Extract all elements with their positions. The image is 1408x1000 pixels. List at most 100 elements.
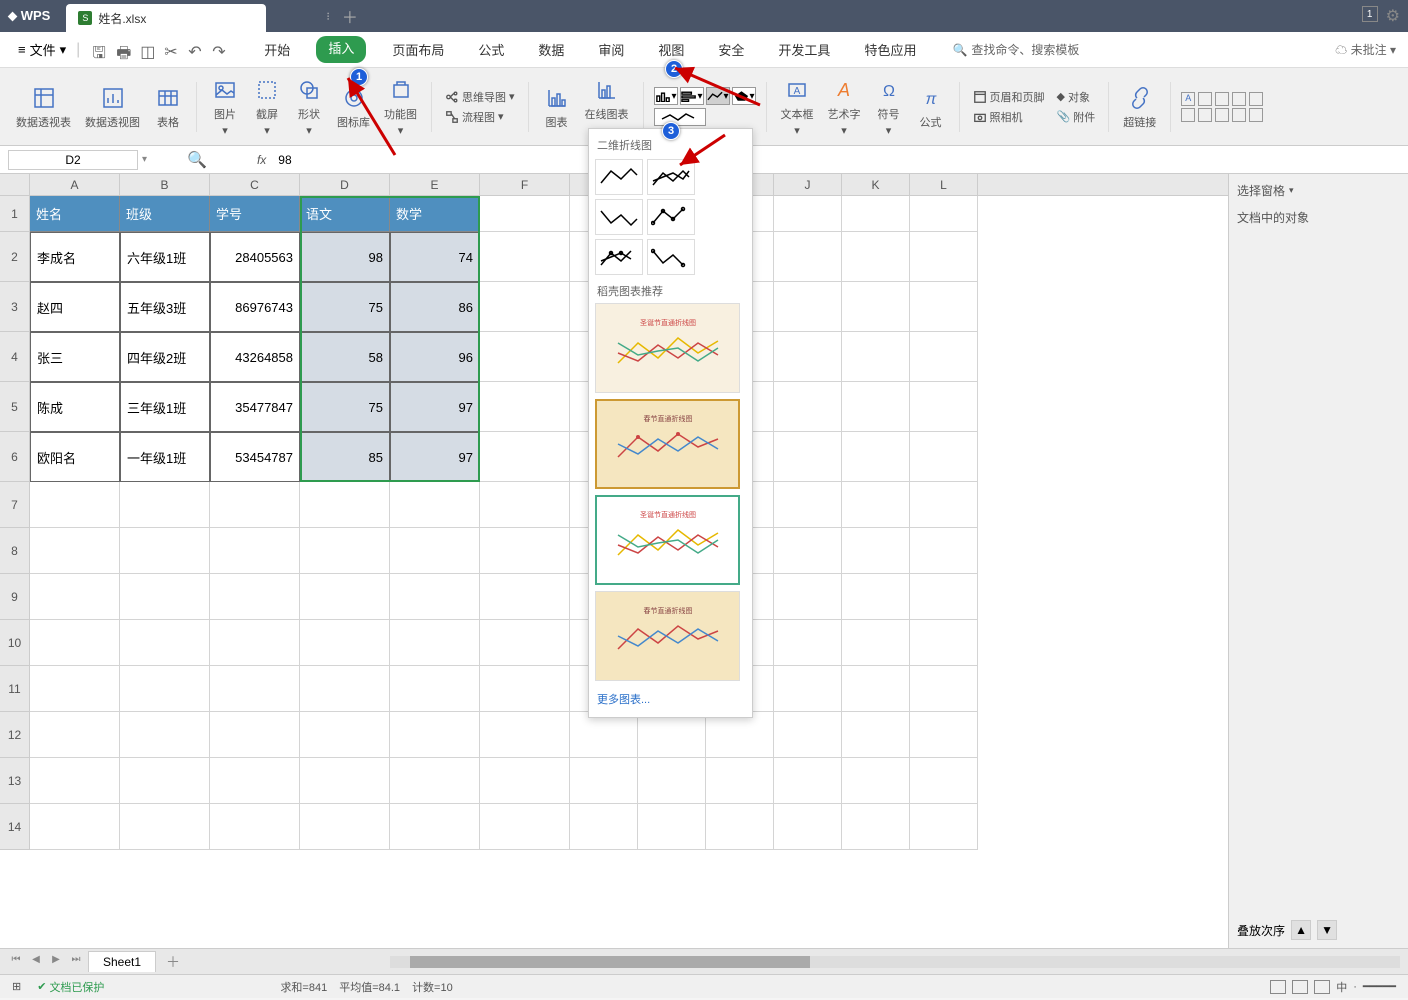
tab-overflow-icon[interactable]: ⁝ [326,10,330,23]
cell[interactable]: 赵四 [30,282,120,332]
row-header[interactable]: 1 [0,196,30,232]
cell[interactable] [300,666,390,712]
cell[interactable] [30,528,120,574]
cell[interactable]: 四年级2班 [120,332,210,382]
layer-up-button[interactable]: ▲ [1291,920,1311,940]
textbox-button[interactable]: A文本框▾ [777,74,818,139]
cell[interactable] [910,332,978,382]
cell[interactable] [842,382,910,432]
recommended-chart-3[interactable]: 圣诞节直通折线图 [595,495,740,585]
cell[interactable]: 53454787 [210,432,300,482]
icon-library-button[interactable]: 图标库 [333,82,374,132]
cell[interactable] [842,758,910,804]
cell[interactable] [774,282,842,332]
cell[interactable]: 李成名 [30,232,120,282]
sheet-nav-next[interactable]: ▶ [48,954,64,970]
cell[interactable] [480,232,570,282]
cell[interactable]: 96 [390,332,480,382]
row-header[interactable]: 5 [0,382,30,432]
column-header[interactable]: A [30,174,120,195]
row-header[interactable]: 6 [0,432,30,482]
cell[interactable] [774,620,842,666]
cell[interactable] [570,712,638,758]
cell[interactable] [910,758,978,804]
recommended-chart-1[interactable]: 圣诞节直通折线图 [595,303,740,393]
cell[interactable] [480,482,570,528]
view-pagelayout-icon[interactable] [1314,980,1330,994]
column-header[interactable]: L [910,174,978,195]
cell[interactable]: 97 [390,382,480,432]
document-tab[interactable]: S 姓名.xlsx [66,4,266,32]
line-chart-type-2[interactable] [647,159,695,195]
cell[interactable] [390,482,480,528]
pane-title[interactable]: 选择窗格 ▾ [1237,182,1400,199]
cell[interactable] [842,574,910,620]
new-tab-button[interactable]: ＋ [342,4,358,28]
control-icon-6[interactable] [1181,108,1195,122]
cell[interactable] [706,758,774,804]
control-icon-1[interactable]: A [1181,92,1195,106]
line-chart-type-1[interactable] [595,159,643,195]
cell[interactable] [774,712,842,758]
cell[interactable] [774,666,842,712]
view-normal-icon[interactable] [1292,980,1308,994]
cell[interactable] [210,482,300,528]
cell[interactable] [480,574,570,620]
cell[interactable] [390,712,480,758]
cell[interactable] [774,332,842,382]
cell[interactable] [210,574,300,620]
column-header[interactable]: F [480,174,570,195]
cell[interactable]: 43264858 [210,332,300,382]
line-chart-type-3[interactable] [595,199,643,235]
cell[interactable] [910,382,978,432]
cell[interactable] [120,758,210,804]
cell[interactable] [30,620,120,666]
tab-developer[interactable]: 开发工具 [770,36,838,63]
cell[interactable] [300,620,390,666]
cell[interactable] [910,432,978,482]
fx-icon[interactable]: fx [257,153,266,167]
tab-insert[interactable]: 插入 [316,36,366,63]
cell[interactable] [774,196,842,232]
cell[interactable] [480,666,570,712]
cell[interactable] [842,482,910,528]
cell[interactable] [480,332,570,382]
select-all-corner[interactable] [0,174,30,195]
zoom-slider[interactable]: ━━━━━ [1363,980,1396,993]
cell[interactable] [300,712,390,758]
cell[interactable] [842,712,910,758]
row-header[interactable]: 12 [0,712,30,758]
cell[interactable] [210,758,300,804]
cell[interactable] [706,712,774,758]
cell[interactable] [300,482,390,528]
tab-page-layout[interactable]: 页面布局 [384,36,452,63]
cell[interactable] [30,574,120,620]
cell[interactable]: 28405563 [210,232,300,282]
cell[interactable] [480,382,570,432]
cell[interactable] [210,528,300,574]
cell[interactable] [774,804,842,850]
cell[interactable] [300,804,390,850]
cell[interactable]: 张三 [30,332,120,382]
cell[interactable] [910,712,978,758]
cell[interactable] [30,712,120,758]
undo-icon[interactable]: ↶ [188,42,204,58]
cell[interactable] [842,804,910,850]
formula-value[interactable]: 98 [278,153,1400,167]
cell[interactable] [774,382,842,432]
tab-data[interactable]: 数据 [530,36,572,63]
line-chart-type-6[interactable] [647,239,695,275]
column-header[interactable]: J [774,174,842,195]
cell[interactable] [910,482,978,528]
horizontal-scrollbar[interactable] [390,956,1400,968]
cell[interactable]: 一年级1班 [120,432,210,482]
cell[interactable] [910,574,978,620]
add-sheet-button[interactable]: ＋ [160,952,186,972]
tab-special[interactable]: 特色应用 [856,36,924,63]
tab-security[interactable]: 安全 [710,36,752,63]
formula-button[interactable]: π公式 [913,82,949,132]
cell[interactable]: 86976743 [210,282,300,332]
cell[interactable] [842,282,910,332]
column-chart-icon[interactable]: ▾ [654,87,678,105]
cell[interactable] [774,482,842,528]
